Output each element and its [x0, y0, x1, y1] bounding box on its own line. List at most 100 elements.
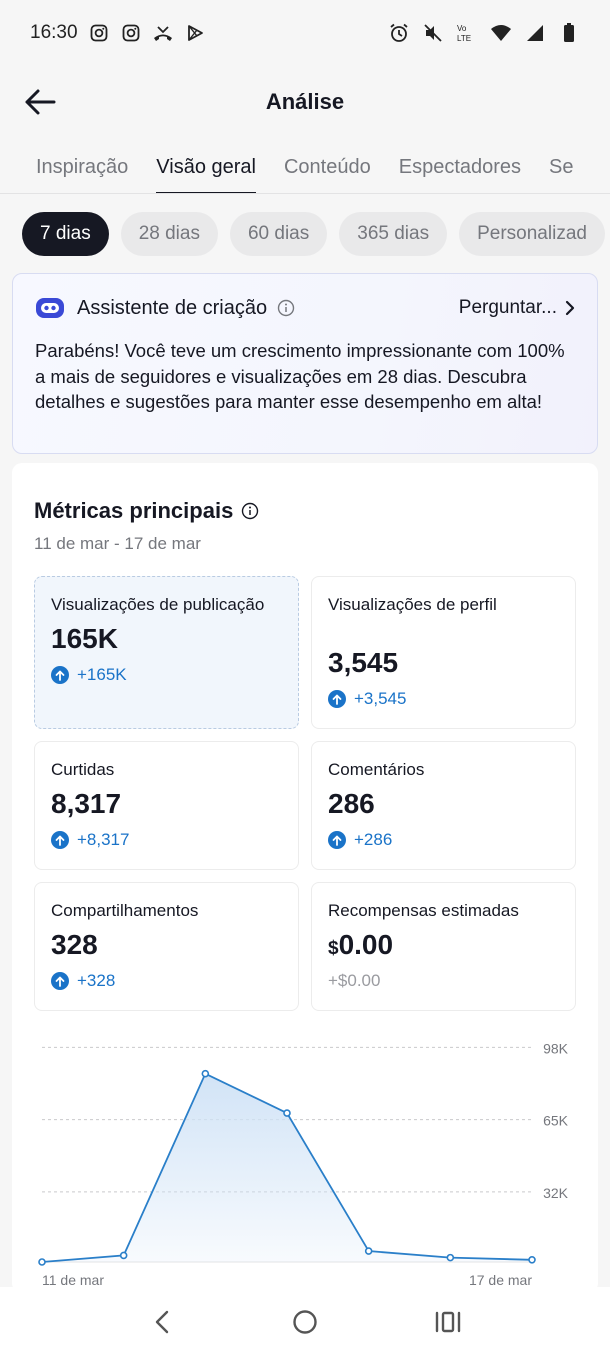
home-circle-icon	[293, 1309, 317, 1334]
signal-icon	[524, 22, 546, 44]
tab-viewers[interactable]: Espectadores	[385, 140, 535, 193]
y-tick-label: 65K	[543, 1113, 569, 1129]
arrow-up-icon	[328, 690, 346, 708]
alarm-icon	[388, 22, 410, 44]
chip-365-days[interactable]: 365 dias	[339, 212, 448, 256]
ask-assistant-label: Perguntar...	[458, 297, 557, 318]
chip-60-days[interactable]: 60 dias	[229, 212, 328, 256]
metric-post-views[interactable]: Visualizações de publicação 165K +165K	[34, 576, 299, 729]
metric-change-value: +8,317	[77, 830, 130, 849]
metric-label: Visualizações de perfil	[328, 595, 497, 614]
views-chart: 98K 65K 32K 11 de mar 17 de mar	[34, 1035, 576, 1293]
metric-label: Recompensas estimadas	[328, 901, 519, 920]
nav-home-button[interactable]	[285, 1302, 325, 1342]
info-icon[interactable]	[241, 502, 259, 520]
metric-estimated-rewards[interactable]: Recompensas estimadas $0.00 +$0.00	[311, 882, 576, 1011]
metric-shares[interactable]: Compartilhamentos 328 +328	[34, 882, 299, 1011]
system-nav-bar	[0, 1287, 610, 1356]
metric-label: Curtidas	[51, 760, 115, 779]
metric-change-value: +165K	[77, 665, 127, 684]
x-tick-label: 17 de mar	[469, 1272, 532, 1288]
metric-value: 328	[51, 929, 98, 960]
missed-call-icon	[152, 22, 174, 44]
tab-content[interactable]: Conteúdo	[270, 140, 385, 193]
series-area	[42, 1073, 532, 1262]
play-store-icon	[184, 22, 206, 44]
header: Análise	[0, 66, 610, 138]
metric-value-row: $0.00	[328, 929, 559, 961]
chip-28-days[interactable]: 28 dias	[120, 212, 218, 256]
arrow-up-icon	[51, 831, 69, 849]
views-chart-svg: 98K 65K 32K 11 de mar 17 de mar	[38, 1040, 569, 1288]
nav-recents-button[interactable]	[428, 1302, 468, 1342]
metric-change: +$0.00	[328, 971, 559, 991]
metric-change: +3,545	[328, 689, 559, 709]
data-point	[364, 1247, 373, 1255]
page-title: Análise	[265, 89, 345, 114]
svg-text:Vo: Vo	[457, 24, 467, 33]
x-tick-label: 11 de mar	[42, 1272, 104, 1288]
metric-change-value: +286	[354, 830, 393, 849]
volte-icon: Vo LTE	[456, 22, 478, 44]
key-metrics-card: Métricas principais 11 de mar - 17 de ma…	[12, 463, 598, 1293]
analytics-tabs: Inspiração Visão geral Conteúdo Espectad…	[0, 140, 610, 194]
ask-assistant-link[interactable]: Perguntar...	[459, 297, 575, 319]
metric-comments[interactable]: Comentários 286 +286	[311, 741, 576, 870]
data-point	[283, 1109, 291, 1117]
metric-profile-views[interactable]: Visualizações de perfil 3,545 +3,545	[311, 576, 576, 729]
metric-value: 0.00	[338, 929, 394, 960]
chip-custom[interactable]: Personalizad	[459, 212, 605, 256]
data-point	[528, 1256, 536, 1264]
status-bar: 16:30 Vo LTE	[0, 0, 610, 66]
nav-back-button[interactable]	[142, 1302, 182, 1342]
wifi-icon	[490, 22, 512, 44]
arrow-up-icon	[328, 831, 346, 849]
y-tick-label: 32K	[543, 1185, 569, 1201]
arrow-up-icon	[51, 972, 69, 990]
assistant-message: Parabéns! Você teve um crescimento impre…	[35, 340, 565, 412]
bot-icon	[36, 298, 64, 318]
metric-value: 165K	[51, 623, 118, 654]
svg-text:LTE: LTE	[457, 34, 471, 43]
arrow-up-icon	[51, 666, 69, 684]
date-range: 11 de mar - 17 de mar	[34, 534, 201, 553]
metric-change: +286	[328, 830, 559, 850]
tab-overview[interactable]: Visão geral	[142, 140, 270, 193]
metrics-title: Métricas principais	[34, 498, 234, 523]
metric-label: Compartilhamentos	[51, 901, 199, 920]
tab-followers[interactable]: Se	[535, 140, 587, 193]
tab-inspiration[interactable]: Inspiração	[0, 140, 142, 193]
metric-change: +8,317	[51, 830, 282, 850]
metric-value: 3,545	[328, 647, 399, 678]
info-icon[interactable]	[277, 299, 295, 317]
data-point	[201, 1069, 210, 1078]
metric-value: 8,317	[51, 788, 122, 819]
metric-change: +165K	[51, 665, 282, 685]
assistant-title: Assistente de criação	[77, 296, 268, 319]
creation-assistant-card: Assistente de criação Perguntar... Parab…	[12, 273, 598, 454]
y-tick-label: 98K	[543, 1040, 569, 1056]
battery-icon	[558, 22, 580, 44]
currency-symbol: $	[328, 938, 339, 959]
recents-icon	[436, 1311, 461, 1332]
metric-change-value: +3,545	[354, 689, 407, 708]
metric-label: Comentários	[328, 760, 425, 779]
chip-7-days[interactable]: 7 dias	[22, 212, 109, 256]
metric-likes[interactable]: Curtidas 8,317 +8,317	[34, 741, 299, 870]
metrics-grid: Visualizações de publicação 165K +165K V…	[34, 576, 576, 1011]
data-point	[119, 1251, 128, 1260]
instagram-icon	[120, 22, 142, 44]
metric-value: 286	[328, 788, 375, 819]
data-point	[38, 1258, 46, 1266]
metrics-title-row: Métricas principais	[34, 498, 576, 524]
chevron-left-icon	[155, 1310, 168, 1333]
back-button[interactable]	[22, 84, 58, 120]
metric-change-value: +$0.00	[328, 971, 381, 990]
metric-label: Visualizações de publicação	[51, 595, 265, 614]
metric-change-value: +328	[77, 971, 116, 990]
status-time: 16:30	[30, 22, 78, 43]
metric-change: +328	[51, 971, 282, 991]
mute-icon	[422, 22, 444, 44]
time-filter-chips: 7 dias 28 dias 60 dias 365 dias Personal…	[22, 212, 610, 256]
instagram-icon	[88, 22, 110, 44]
